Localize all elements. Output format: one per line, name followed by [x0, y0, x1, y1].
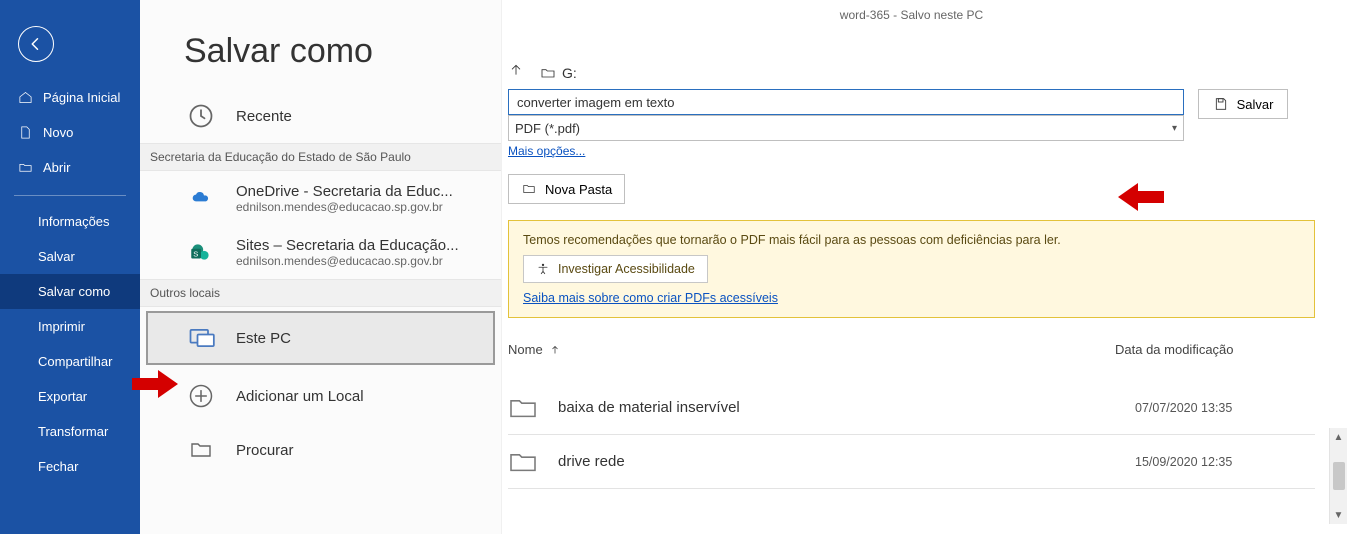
arrow-left-icon — [27, 35, 45, 53]
sidebar-item-label: Novo — [43, 125, 73, 140]
accessibility-message: Temos recomendações que tornarão o PDF m… — [523, 233, 1300, 247]
sidebar-item-label: Transformar — [38, 424, 108, 439]
file-name: baixa de material inservível — [558, 399, 1115, 416]
sidebar-item-save-as[interactable]: Salvar como — [0, 274, 140, 309]
sidebar-item-transform[interactable]: Transformar — [0, 414, 140, 449]
sidebar-item-home[interactable]: Página Inicial — [0, 80, 140, 115]
folder-open-icon — [18, 160, 33, 175]
folder-icon — [521, 182, 537, 196]
svg-text:S: S — [193, 249, 198, 258]
path-bar: G: — [508, 62, 1321, 83]
sidebar-item-print[interactable]: Imprimir — [0, 309, 140, 344]
file-date: 15/09/2020 12:35 — [1135, 455, 1315, 469]
locations-panel: Salvar como Recente Secretaria da Educaç… — [140, 0, 502, 534]
up-button[interactable] — [508, 62, 524, 83]
location-label: OneDrive - Secretaria da Educ... — [236, 183, 453, 200]
scroll-down-button[interactable]: ▼ — [1330, 506, 1347, 524]
accessibility-icon — [536, 262, 550, 276]
folder-icon — [508, 396, 538, 420]
accessibility-banner: Temos recomendações que tornarão o PDF m… — [508, 220, 1315, 318]
new-folder-button[interactable]: Nova Pasta — [508, 174, 625, 204]
group-header-org: Secretaria da Educação do Estado de São … — [140, 143, 501, 171]
folder-icon — [184, 433, 218, 467]
scroll-thumb[interactable] — [1333, 462, 1345, 490]
save-button[interactable]: Salvar — [1198, 89, 1288, 119]
sharepoint-icon: S — [184, 235, 218, 269]
folder-icon — [508, 450, 538, 474]
add-location-icon — [184, 379, 218, 413]
location-this-pc[interactable]: Este PC — [146, 311, 495, 365]
home-icon — [18, 90, 33, 105]
sidebar-separator — [14, 195, 126, 196]
content-panel: word-365 - Salvo neste PC G: PDF (*.pdf)… — [502, 0, 1347, 534]
sidebar-item-label: Abrir — [43, 160, 70, 175]
document-icon — [18, 125, 33, 140]
sidebar-item-close[interactable]: Fechar — [0, 449, 140, 484]
arrow-up-icon — [508, 62, 524, 78]
sidebar-item-label: Compartilhar — [38, 354, 112, 369]
sidebar-item-export[interactable]: Exportar — [0, 379, 140, 414]
arrow-up-icon — [549, 344, 561, 356]
location-sublabel: ednilson.mendes@educacao.sp.gov.br — [236, 254, 459, 268]
sidebar-item-new[interactable]: Novo — [0, 115, 140, 150]
list-item[interactable]: drive rede 15/09/2020 12:35 — [508, 435, 1315, 489]
accessibility-check-label: Investigar Acessibilidade — [558, 262, 695, 276]
sidebar-item-label: Exportar — [38, 389, 87, 404]
sidebar-item-label: Imprimir — [38, 319, 85, 334]
sidebar-item-label: Salvar como — [38, 284, 110, 299]
location-label: Procurar — [236, 442, 294, 459]
folder-open-icon — [540, 65, 556, 81]
chevron-down-icon: ▾ — [1172, 123, 1177, 134]
window-title: word-365 - Salvo neste PC — [502, 0, 1321, 62]
location-label: Recente — [236, 108, 292, 125]
file-list: baixa de material inservível 07/07/2020 … — [508, 381, 1315, 489]
location-recent[interactable]: Recente — [140, 89, 501, 143]
path-label: G: — [562, 65, 577, 81]
column-header-name[interactable]: Nome — [508, 342, 561, 357]
filename-input[interactable] — [508, 89, 1184, 115]
accessibility-learn-link[interactable]: Saiba mais sobre como criar PDFs acessív… — [523, 291, 1300, 305]
save-button-label: Salvar — [1237, 97, 1274, 112]
cloud-icon — [184, 181, 218, 215]
filetype-label: PDF (*.pdf) — [515, 121, 580, 136]
sidebar-item-label: Fechar — [38, 459, 78, 474]
back-button[interactable] — [18, 26, 54, 62]
sidebar-item-open[interactable]: Abrir — [0, 150, 140, 185]
location-sublabel: ednilson.mendes@educacao.sp.gov.br — [236, 200, 453, 214]
column-header-date[interactable]: Data da modificação — [1115, 342, 1315, 357]
sidebar-item-label: Informações — [38, 214, 110, 229]
list-item[interactable]: baixa de material inservível 07/07/2020 … — [508, 381, 1315, 435]
vertical-scrollbar[interactable]: ▲ ▼ — [1329, 428, 1347, 524]
file-name: drive rede — [558, 453, 1115, 470]
file-list-header: Nome Data da modificação — [508, 342, 1315, 357]
file-date: 07/07/2020 13:35 — [1135, 401, 1315, 415]
location-onedrive[interactable]: OneDrive - Secretaria da Educ... ednilso… — [140, 171, 501, 225]
save-icon — [1213, 96, 1229, 112]
more-options-link[interactable]: Mais opções... — [508, 144, 1184, 158]
sidebar-item-share[interactable]: Compartilhar — [0, 344, 140, 379]
page-title: Salvar como — [140, 0, 501, 89]
column-date-label: Data da modificação — [1115, 342, 1234, 357]
sidebar-item-label: Página Inicial — [43, 90, 120, 105]
backstage-sidebar: Página Inicial Novo Abrir Informações Sa… — [0, 0, 140, 534]
location-label: Sites – Secretaria da Educação... — [236, 237, 459, 254]
location-browse[interactable]: Procurar — [140, 423, 501, 477]
accessibility-check-button[interactable]: Investigar Acessibilidade — [523, 255, 708, 283]
location-sites[interactable]: S Sites – Secretaria da Educação... edni… — [140, 225, 501, 279]
sidebar-item-info[interactable]: Informações — [0, 204, 140, 239]
sidebar-item-label: Salvar — [38, 249, 75, 264]
this-pc-icon — [184, 321, 218, 355]
scroll-up-button[interactable]: ▲ — [1330, 428, 1347, 446]
clock-icon — [184, 99, 218, 133]
location-label: Este PC — [236, 330, 291, 347]
new-folder-label: Nova Pasta — [545, 182, 612, 197]
location-add[interactable]: Adicionar um Local — [140, 369, 501, 423]
location-label: Adicionar um Local — [236, 388, 364, 405]
group-header-other: Outros locais — [140, 279, 501, 307]
annotation-arrow-icon — [1116, 183, 1164, 211]
sidebar-item-save[interactable]: Salvar — [0, 239, 140, 274]
column-name-label: Nome — [508, 342, 543, 357]
folder-path-button[interactable]: G: — [540, 65, 577, 81]
filetype-select[interactable]: PDF (*.pdf) ▾ — [508, 115, 1184, 141]
